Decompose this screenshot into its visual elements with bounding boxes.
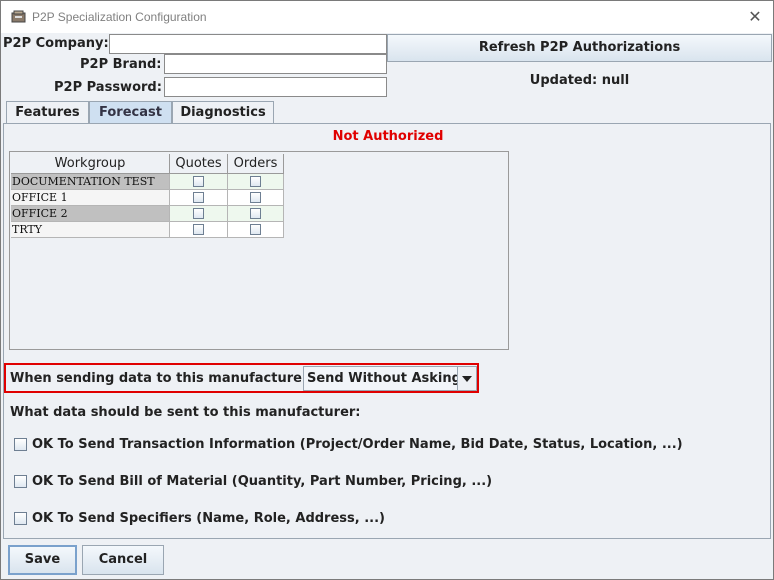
save-button[interactable]: Save (8, 545, 77, 575)
table-row-workgroup[interactable]: DOCUMENTATION TEST (11, 174, 170, 190)
tab-forecast[interactable]: Forecast (89, 101, 172, 124)
column-header-workgroup: Workgroup (11, 154, 170, 174)
orders-checkbox[interactable] (250, 176, 261, 187)
password-label: P2P Password: (54, 80, 162, 95)
app-icon (11, 10, 26, 23)
brand-input[interactable] (164, 54, 387, 74)
updated-status: Updated: null (529, 73, 630, 88)
orders-checkbox[interactable] (250, 192, 261, 203)
orders-checkbox[interactable] (250, 224, 261, 235)
close-icon[interactable]: ✕ (743, 5, 767, 29)
password-input[interactable] (164, 77, 387, 97)
tab-diagnostics[interactable]: Diagnostics (172, 101, 274, 124)
dialog-window: P2P Specialization Configuration ✕ P2P C… (0, 0, 774, 580)
bill-of-material-checkbox[interactable] (14, 475, 27, 488)
authorization-status: Not Authorized (332, 129, 444, 144)
bill-of-material-label[interactable]: OK To Send Bill of Material (Quantity, P… (32, 474, 492, 489)
title-bar[interactable]: P2P Specialization Configuration ✕ (1, 1, 773, 33)
tab-features[interactable]: Features (6, 101, 89, 124)
send-mode-label: When sending data to this manufacturer: (10, 371, 314, 386)
window-title: P2P Specialization Configuration (32, 10, 207, 24)
table-row-workgroup[interactable]: OFFICE 2 (11, 206, 170, 222)
transaction-info-label[interactable]: OK To Send Transaction Information (Proj… (32, 437, 683, 452)
company-label: P2P Company: (3, 36, 109, 51)
company-input[interactable] (109, 34, 387, 54)
brand-label: P2P Brand: (80, 57, 162, 72)
send-mode-value[interactable]: Send Without Asking (307, 371, 461, 386)
quotes-checkbox[interactable] (193, 224, 204, 235)
column-header-orders: Orders (228, 154, 284, 174)
refresh-authorizations-button[interactable]: Refresh P2P Authorizations (387, 34, 772, 62)
table-row-workgroup[interactable]: OFFICE 1 (11, 190, 170, 206)
quotes-checkbox[interactable] (193, 192, 204, 203)
table-row-workgroup[interactable]: TRTY (11, 222, 170, 238)
column-header-quotes: Quotes (170, 154, 228, 174)
quotes-checkbox[interactable] (193, 208, 204, 219)
specifiers-checkbox[interactable] (14, 512, 27, 525)
chevron-down-icon[interactable] (457, 367, 476, 390)
transaction-info-checkbox[interactable] (14, 438, 27, 451)
orders-checkbox[interactable] (250, 208, 261, 219)
data-question-label: What data should be sent to this manufac… (10, 405, 361, 420)
specifiers-label[interactable]: OK To Send Specifiers (Name, Role, Addre… (32, 511, 385, 526)
cancel-button[interactable]: Cancel (82, 545, 164, 575)
quotes-checkbox[interactable] (193, 176, 204, 187)
